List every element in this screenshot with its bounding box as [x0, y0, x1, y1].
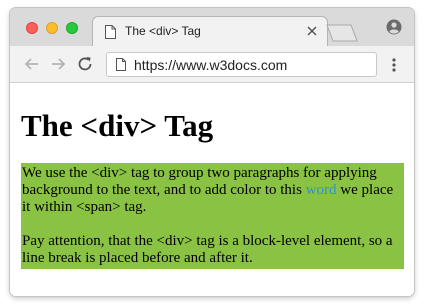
url-text: https://www.w3docs.com	[134, 57, 288, 73]
page-content: The <div> Tag We use the <div> tag to gr…	[10, 84, 414, 296]
address-bar[interactable]: https://www.w3docs.com	[106, 52, 377, 77]
tab-bar: The <div> Tag	[10, 8, 414, 47]
highlighted-word: word	[305, 182, 337, 198]
more-vertical-icon[interactable]	[391, 56, 397, 74]
toolbar: https://www.w3docs.com	[10, 46, 414, 83]
new-tab-icon[interactable]	[326, 24, 358, 42]
page-icon	[116, 58, 126, 71]
reload-icon[interactable]	[76, 55, 94, 73]
zoom-window-button[interactable]	[66, 22, 78, 34]
paragraph-2: Pay attention, that the <div> tag is a b…	[22, 233, 393, 266]
close-icon[interactable]	[307, 26, 317, 36]
tab-active[interactable]: The <div> Tag	[92, 16, 328, 47]
paragraph-1: We use the <div> tag to group two paragr…	[22, 165, 404, 216]
div-block: We use the <div> tag to group two paragr…	[21, 163, 404, 269]
tab-title: The <div> Tag	[125, 24, 201, 38]
minimize-window-button[interactable]	[46, 22, 58, 34]
profile-icon[interactable]	[386, 19, 402, 35]
page-heading: The <div> Tag	[21, 108, 214, 143]
browser-window: The <div> Tag https://www.w3docs.com The…	[10, 8, 414, 296]
close-window-button[interactable]	[26, 22, 38, 34]
page-icon	[105, 25, 116, 39]
forward-arrow-icon[interactable]	[49, 55, 67, 73]
back-arrow-icon[interactable]	[23, 55, 41, 73]
